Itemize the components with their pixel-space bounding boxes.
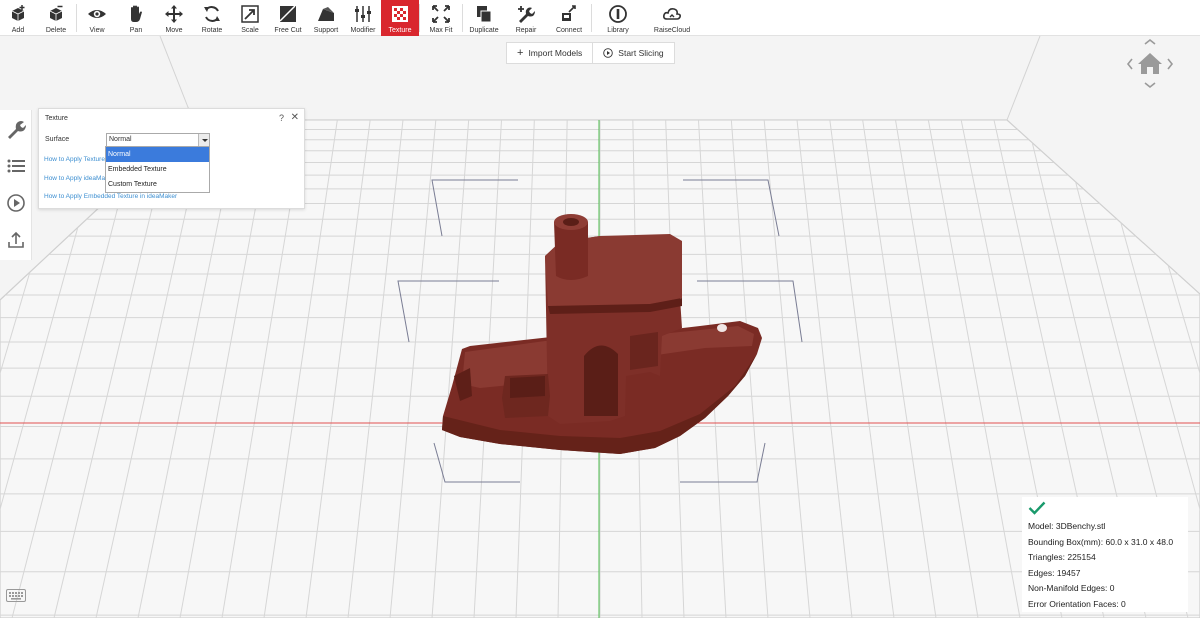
option-embedded-texture[interactable]: Embedded Texture (106, 162, 209, 177)
library-icon (609, 5, 627, 23)
texture-button[interactable]: Texture (381, 0, 419, 36)
repair-label: Repair (515, 27, 537, 34)
view-navigator[interactable] (1124, 38, 1176, 90)
triangles-count: Triangles: 225154 (1028, 552, 1096, 562)
chevron-left-icon[interactable] (1126, 58, 1133, 70)
bounding-box: Bounding Box(mm): 60.0 x 31.0 x 48.0 (1028, 536, 1174, 547)
chevron-down-icon[interactable] (1144, 82, 1156, 89)
support-icon (318, 7, 334, 21)
option-custom-texture[interactable]: Custom Texture (106, 177, 209, 192)
scale-icon (241, 5, 259, 23)
link-how-to-apply-ideamaker[interactable]: How to Apply ideaMaker (44, 175, 114, 182)
delete-button[interactable]: Delete (36, 0, 76, 36)
upload-icon (8, 231, 24, 248)
model-info-panel: Model: 3DBenchy.stl Bounding Box(mm): 60… (1022, 497, 1188, 612)
chevron-down-icon[interactable] (198, 134, 209, 146)
texture-label: Texture (388, 27, 412, 34)
eye-icon (88, 10, 106, 18)
cloud-icon (663, 8, 681, 20)
play-circle-icon (603, 48, 614, 58)
checker-icon (392, 6, 408, 22)
sliders-icon (355, 6, 371, 22)
support-button[interactable]: Support (307, 0, 345, 36)
list-icon (7, 159, 25, 172)
add-label: Add (11, 27, 25, 34)
repair-button[interactable]: Repair (505, 0, 547, 36)
scale-label: Scale (241, 27, 259, 34)
free-cut-label: Free Cut (274, 27, 302, 34)
non-manifold-edges: Non-Manifold Edges: 0 (1028, 583, 1115, 593)
max-fit-icon (432, 5, 450, 23)
duplicate-label: Duplicate (469, 27, 499, 34)
sidebar-item-list[interactable] (0, 147, 32, 184)
free-cut-icon (279, 5, 296, 22)
duplicate-button[interactable]: Duplicate (463, 0, 505, 36)
sidebar-item-export[interactable] (0, 221, 32, 258)
play-circle-icon (7, 193, 25, 212)
import-models-label: Import Models (528, 48, 583, 58)
delete-label: Delete (45, 27, 67, 34)
sidebar-item-tools[interactable] (0, 110, 32, 147)
library-button[interactable]: Library (592, 0, 644, 36)
pan-label: Pan (129, 27, 143, 34)
modifier-button[interactable]: Modifier (345, 0, 381, 36)
move-arrows-icon (165, 5, 183, 23)
surface-label: Surface (45, 136, 70, 143)
start-slicing-button[interactable]: Start Slicing (592, 43, 673, 63)
surface-dropdown-list: Normal Embedded Texture Custom Texture (105, 146, 210, 193)
sidebar-item-preview[interactable] (0, 184, 32, 221)
error-orientation-faces: Error Orientation Faces: 0 (1028, 598, 1126, 609)
chevron-right-icon[interactable] (1167, 58, 1174, 70)
option-normal[interactable]: Normal (106, 147, 209, 162)
connect-icon (562, 5, 576, 21)
keyboard-icon[interactable] (6, 589, 26, 602)
duplicate-icon (477, 6, 492, 23)
free-cut-button[interactable]: Free Cut (269, 0, 307, 36)
main-toolbar: Add Delete View Pan Move Rotate Scale Fr… (0, 0, 1200, 36)
max-fit-label: Max Fit (429, 27, 453, 34)
wrench-icon (8, 120, 26, 139)
support-label: Support (313, 27, 339, 34)
chevron-up-icon[interactable] (1144, 38, 1156, 45)
hand-icon (131, 5, 142, 22)
start-slicing-label: Start Slicing (618, 48, 664, 58)
plus-icon: + (517, 46, 524, 59)
connect-button[interactable]: Connect (547, 0, 591, 36)
rotate-label: Rotate (201, 27, 223, 34)
home-icon[interactable] (1138, 53, 1162, 74)
link-how-to-apply-embedded-texture[interactable]: How to Apply Embedded Texture in ideaMak… (44, 193, 177, 200)
raisecloud-label: RaiseCloud (653, 27, 691, 34)
model-name: Model: 3DBenchy.stl (1028, 521, 1106, 531)
rotate-icon (204, 6, 220, 22)
raisecloud-button[interactable]: RaiseCloud (644, 0, 700, 36)
modifier-label: Modifier (350, 27, 376, 34)
edges-count: Edges: 19457 (1028, 567, 1081, 578)
check-icon (1028, 501, 1046, 515)
delete-cube-icon (49, 5, 63, 21)
move-label: Move (165, 27, 183, 34)
left-sidebar (0, 110, 32, 260)
view-button[interactable]: View (77, 0, 117, 36)
max-fit-button[interactable]: Max Fit (420, 0, 462, 36)
pan-button[interactable]: Pan (117, 0, 155, 36)
library-label: Library (607, 27, 629, 34)
panel-title: Texture (45, 115, 68, 122)
add-button[interactable]: Add (0, 0, 36, 36)
move-button[interactable]: Move (155, 0, 193, 36)
import-models-button[interactable]: + Import Models (507, 43, 592, 63)
connect-label: Connect (555, 27, 583, 34)
link-how-to-apply-texture[interactable]: How to Apply Texture (44, 156, 105, 163)
add-cube-icon (11, 5, 25, 21)
scale-button[interactable]: Scale (231, 0, 269, 36)
view-label: View (89, 27, 105, 34)
rotate-button[interactable]: Rotate (193, 0, 231, 36)
action-bar: + Import Models Start Slicing (506, 42, 675, 64)
surface-select[interactable]: Normal (106, 133, 210, 147)
close-icon[interactable]: ✕ (291, 112, 299, 123)
surface-select-value: Normal (109, 136, 132, 143)
help-icon[interactable]: ? (279, 113, 284, 123)
wrench-plus-icon (518, 6, 535, 23)
